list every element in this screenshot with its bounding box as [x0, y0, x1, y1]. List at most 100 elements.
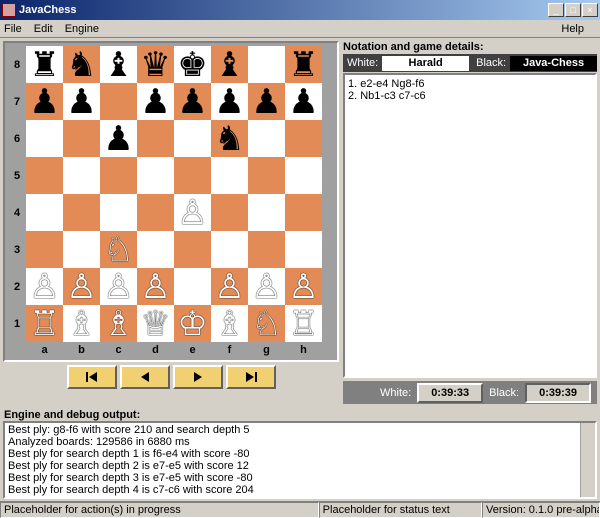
white-label: White: — [343, 57, 382, 69]
square-e8[interactable]: ♚ — [174, 46, 211, 83]
menu-help[interactable]: Help — [561, 23, 584, 35]
square-g1[interactable]: ♘ — [248, 305, 285, 342]
file-label: f — [211, 342, 248, 357]
square-c3[interactable]: ♘ — [100, 231, 137, 268]
square-f3[interactable] — [211, 231, 248, 268]
debug-line: Best ply for search depth 4 is c7-c6 wit… — [8, 484, 592, 496]
square-c2[interactable]: ♙ — [100, 268, 137, 305]
square-d6[interactable] — [137, 120, 174, 157]
square-a4[interactable] — [26, 194, 63, 231]
square-d8[interactable]: ♛ — [137, 46, 174, 83]
square-f7[interactable]: ♟ — [211, 83, 248, 120]
square-d1[interactable]: ♕ — [137, 305, 174, 342]
square-e2[interactable] — [174, 268, 211, 305]
white-player-name: Harald — [382, 56, 469, 71]
square-d3[interactable] — [137, 231, 174, 268]
debug-output[interactable]: Best ply: g8-f6 with score 210 and searc… — [3, 421, 597, 499]
square-e1[interactable]: ♔ — [174, 305, 211, 342]
square-f2[interactable]: ♙ — [211, 268, 248, 305]
square-e4[interactable]: ♙ — [174, 194, 211, 231]
square-c7[interactable] — [100, 83, 137, 120]
square-b1[interactable]: ♗ — [63, 305, 100, 342]
square-d4[interactable] — [137, 194, 174, 231]
chessboard[interactable]: 8♜♞♝♛♚♝♜7♟♟♟♟♟♟♟6♟♞54♙3♘2♙♙♙♙♙♙♙1♖♗♗♕♔♗♘… — [8, 46, 334, 357]
menu-engine[interactable]: Engine — [65, 23, 99, 35]
menu-edit[interactable]: Edit — [34, 23, 53, 35]
nav-button-row — [3, 365, 339, 389]
square-e3[interactable] — [174, 231, 211, 268]
square-d2[interactable]: ♙ — [137, 268, 174, 305]
square-a6[interactable] — [26, 120, 63, 157]
square-g5[interactable] — [248, 157, 285, 194]
square-h3[interactable] — [285, 231, 322, 268]
file-label: g — [248, 342, 285, 357]
rank-label: 3 — [8, 231, 26, 268]
close-button[interactable]: × — [582, 3, 598, 17]
square-g7[interactable]: ♟ — [248, 83, 285, 120]
square-a5[interactable] — [26, 157, 63, 194]
square-g8[interactable] — [248, 46, 285, 83]
nav-next-button[interactable] — [173, 365, 223, 389]
notation-header: Notation and game details: — [343, 41, 597, 53]
square-a3[interactable] — [26, 231, 63, 268]
move-entry[interactable]: 1. e2-e4 Ng8-f6 — [348, 78, 592, 90]
status-version: Version: 0.1.0 pre-alpha 2 — [482, 502, 600, 518]
square-g4[interactable] — [248, 194, 285, 231]
square-c1[interactable]: ♗ — [100, 305, 137, 342]
square-h6[interactable] — [285, 120, 322, 157]
scrollbar[interactable] — [580, 423, 595, 497]
rank-label: 4 — [8, 194, 26, 231]
square-h1[interactable]: ♖ — [285, 305, 322, 342]
square-g3[interactable] — [248, 231, 285, 268]
square-f5[interactable] — [211, 157, 248, 194]
square-b6[interactable] — [63, 120, 100, 157]
square-h7[interactable]: ♟ — [285, 83, 322, 120]
rank-label: 7 — [8, 83, 26, 120]
square-c6[interactable]: ♟ — [100, 120, 137, 157]
square-c4[interactable] — [100, 194, 137, 231]
nav-first-button[interactable] — [67, 365, 117, 389]
square-h2[interactable]: ♙ — [285, 268, 322, 305]
square-b8[interactable]: ♞ — [63, 46, 100, 83]
minimize-button[interactable]: _ — [548, 3, 564, 17]
square-b4[interactable] — [63, 194, 100, 231]
status-action: Placeholder for action(s) in progress — [0, 502, 319, 518]
square-c8[interactable]: ♝ — [100, 46, 137, 83]
clock-row: White: 0:39:33 Black: 0:39:39 — [343, 381, 597, 404]
black-player-name: Java-Chess — [510, 56, 597, 71]
rank-label: 2 — [8, 268, 26, 305]
menu-file[interactable]: File — [4, 23, 22, 35]
square-a8[interactable]: ♜ — [26, 46, 63, 83]
square-b2[interactable]: ♙ — [63, 268, 100, 305]
square-f6[interactable]: ♞ — [211, 120, 248, 157]
square-g2[interactable]: ♙ — [248, 268, 285, 305]
square-f1[interactable]: ♗ — [211, 305, 248, 342]
move-entry[interactable]: 2. Nb1-c3 c7-c6 — [348, 90, 592, 102]
square-e6[interactable] — [174, 120, 211, 157]
square-e7[interactable]: ♟ — [174, 83, 211, 120]
chessboard-panel: 8♜♞♝♛♚♝♜7♟♟♟♟♟♟♟6♟♞54♙3♘2♙♙♙♙♙♙♙1♖♗♗♕♔♗♘… — [3, 41, 339, 362]
square-a7[interactable]: ♟ — [26, 83, 63, 120]
nav-prev-button[interactable] — [120, 365, 170, 389]
square-h8[interactable]: ♜ — [285, 46, 322, 83]
status-text: Placeholder for status text — [319, 502, 482, 518]
square-g6[interactable] — [248, 120, 285, 157]
move-list[interactable]: 1. e2-e4 Ng8-f62. Nb1-c3 c7-c6 — [343, 73, 597, 378]
debug-line: Analyzed boards: 129586 in 6880 ms — [8, 436, 592, 448]
square-h5[interactable] — [285, 157, 322, 194]
square-h4[interactable] — [285, 194, 322, 231]
square-b5[interactable] — [63, 157, 100, 194]
square-d5[interactable] — [137, 157, 174, 194]
square-b7[interactable]: ♟ — [63, 83, 100, 120]
maximize-button[interactable]: □ — [565, 3, 581, 17]
square-b3[interactable] — [63, 231, 100, 268]
square-a2[interactable]: ♙ — [26, 268, 63, 305]
square-a1[interactable]: ♖ — [26, 305, 63, 342]
clock-black-label: Black: — [489, 387, 519, 399]
nav-last-button[interactable] — [226, 365, 276, 389]
square-f8[interactable]: ♝ — [211, 46, 248, 83]
square-c5[interactable] — [100, 157, 137, 194]
square-d7[interactable]: ♟ — [137, 83, 174, 120]
square-e5[interactable] — [174, 157, 211, 194]
square-f4[interactable] — [211, 194, 248, 231]
